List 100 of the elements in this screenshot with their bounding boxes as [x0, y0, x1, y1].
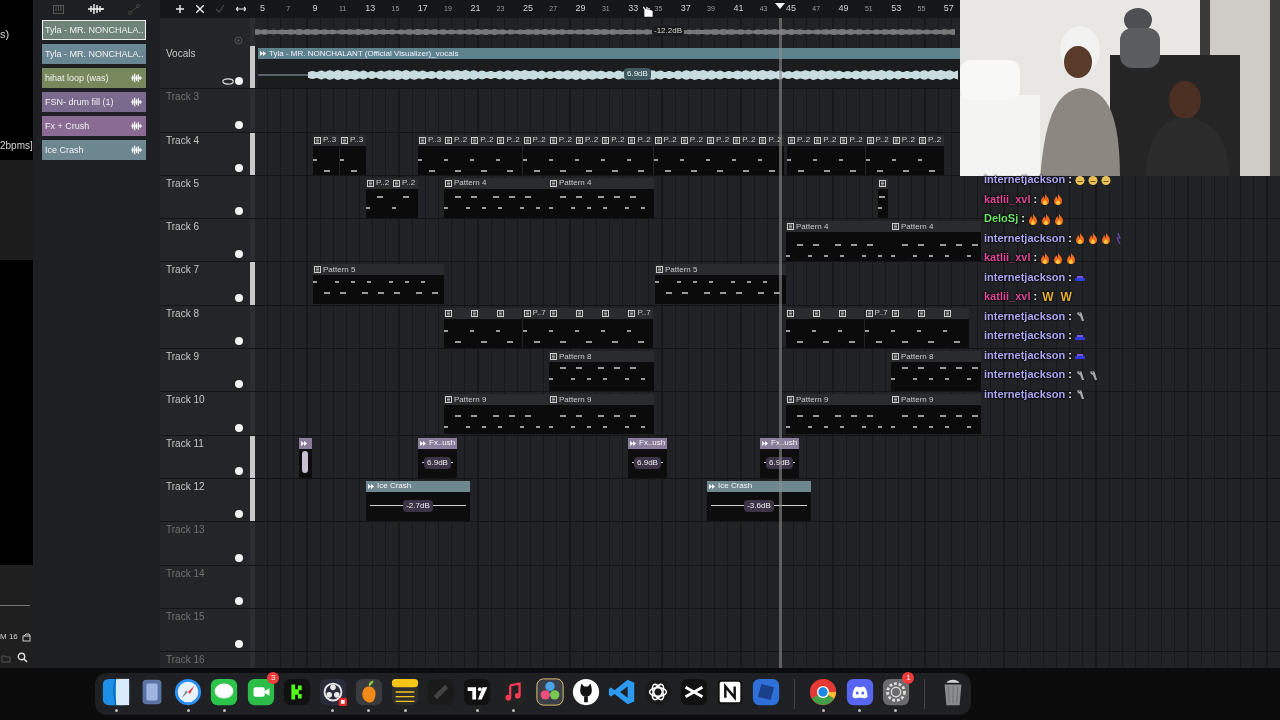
item-label: Fx + Crush: [45, 121, 90, 131]
pattern-clip[interactable]: [878, 177, 888, 218]
fruit-icon[interactable]: [353, 676, 384, 707]
playhead-marker[interactable]: [775, 3, 785, 9]
sample-clip[interactable]: Fx..ush 6.9dB: [760, 437, 799, 478]
pattern-clip[interactable]: P..2: [601, 134, 628, 175]
pattern-clip[interactable]: [444, 307, 470, 348]
browser-item[interactable]: Fx + Crush: [42, 116, 146, 136]
pattern-clip[interactable]: [496, 307, 523, 348]
mute-button[interactable]: [235, 466, 243, 475]
pattern-clip[interactable]: Pattern 4: [444, 177, 549, 218]
waveform-icon[interactable]: [87, 3, 105, 15]
mute-button[interactable]: [235, 596, 243, 605]
mute-button[interactable]: [235, 163, 243, 172]
mute-button[interactable]: [235, 250, 243, 259]
sample-clip[interactable]: [299, 437, 312, 478]
sample-clip[interactable]: Fx..ush 6.9dB: [628, 437, 667, 478]
pattern-clip[interactable]: P..7: [627, 307, 654, 348]
browser-item[interactable]: hihat loop (was): [42, 68, 146, 88]
pattern-clip[interactable]: [838, 307, 865, 348]
pattern-clip[interactable]: Pattern 8: [549, 351, 654, 392]
tray-icon[interactable]: [22, 633, 31, 642]
arrows-icon[interactable]: [236, 5, 246, 13]
mute-button[interactable]: [235, 640, 243, 649]
pattern-clip[interactable]: Pattern 4: [786, 221, 891, 262]
sample-clip[interactable]: Ice Crash -2.7dB: [366, 480, 470, 521]
mute-button[interactable]: [235, 423, 243, 432]
mute-button[interactable]: [235, 553, 243, 562]
record-icon[interactable]: [317, 676, 348, 707]
browser-item[interactable]: FSN- drum fill (1): [42, 92, 146, 112]
mute-button[interactable]: [235, 77, 243, 86]
search-icon[interactable]: [17, 652, 28, 663]
browser-item[interactable]: Tyla - MR. NONCHALA..: [42, 20, 146, 40]
pattern-clip[interactable]: P..2: [627, 134, 654, 175]
pattern-icon: [733, 136, 741, 144]
pattern-clip[interactable]: P..2: [891, 134, 918, 175]
pattern-clip[interactable]: P..2: [839, 134, 866, 175]
pattern-clip[interactable]: P..2: [758, 134, 785, 175]
clip-label: P..2: [637, 136, 651, 145]
pattern-clip[interactable]: P..2: [653, 134, 680, 175]
browser-item[interactable]: Tyla - MR. NONCHALA..: [42, 44, 146, 64]
pattern-icon: [367, 179, 374, 187]
circles-icon[interactable]: [534, 676, 565, 707]
settings-icon[interactable]: [880, 676, 911, 707]
mute-button[interactable]: [235, 337, 243, 346]
square-icon[interactable]: [751, 676, 782, 707]
close-icon[interactable]: [196, 5, 204, 13]
mute-button[interactable]: [235, 120, 243, 129]
pattern-icon: [865, 309, 873, 317]
notes-icon[interactable]: [390, 676, 421, 707]
pattern-clip[interactable]: Pattern 9: [444, 394, 549, 435]
pattern-clip[interactable]: P..2: [918, 134, 944, 175]
compass-icon[interactable]: [173, 676, 204, 707]
pattern-clip[interactable]: P..2: [548, 134, 575, 175]
pattern-clip[interactable]: P..2: [732, 134, 759, 175]
add-icon[interactable]: [176, 5, 184, 13]
pattern-clip[interactable]: [786, 307, 812, 348]
pattern-clip[interactable]: P..2: [392, 177, 418, 218]
flame-icon: [1088, 232, 1098, 245]
controller-icon[interactable]: [844, 676, 875, 707]
mute-button[interactable]: [235, 380, 243, 389]
pattern-clip[interactable]: Pattern 9: [549, 394, 654, 435]
pattern-clip[interactable]: P..2: [366, 177, 392, 218]
pattern-clip[interactable]: [943, 307, 970, 348]
pattern-clip[interactable]: Pattern 8: [891, 351, 981, 392]
video-camera-icon[interactable]: [245, 676, 276, 707]
pattern-clip[interactable]: P..2: [813, 134, 840, 175]
cat-icon[interactable]: [570, 676, 601, 707]
knot-icon[interactable]: [642, 676, 673, 707]
pattern-clip[interactable]: Pattern 5: [313, 264, 444, 305]
pattern-clip[interactable]: P..2: [865, 134, 892, 175]
pattern-clip[interactable]: Pattern 5: [655, 264, 786, 305]
pattern-clip[interactable]: P..2: [522, 134, 549, 175]
mute-button[interactable]: [235, 510, 243, 519]
pattern-clip[interactable]: Pattern 4: [891, 221, 981, 262]
chat-bubble-icon[interactable]: [209, 676, 240, 707]
pattern-clip[interactable]: Pattern 9: [786, 394, 891, 435]
pattern-clip[interactable]: P..7: [522, 307, 549, 348]
eye-icon[interactable]: [222, 78, 234, 86]
mute-button[interactable]: [235, 207, 243, 216]
browser-item[interactable]: Ice Crash: [42, 140, 146, 160]
sample-clip[interactable]: Ice Crash -3.6dB: [707, 480, 811, 521]
pattern-clip[interactable]: Pattern 4: [549, 177, 654, 218]
pattern-clip[interactable]: P..2: [575, 134, 601, 175]
mute-button[interactable]: [235, 293, 243, 302]
pattern-clip[interactable]: P..3: [340, 134, 366, 175]
sample-clip[interactable]: Fx..ush 6.9dB: [418, 437, 457, 478]
pattern-clip[interactable]: P..2: [496, 134, 523, 175]
pattern-clip[interactable]: P..2: [706, 134, 732, 175]
pattern-clip[interactable]: P..3: [313, 134, 339, 175]
pattern-clip[interactable]: P..7: [864, 307, 891, 348]
chart-app-icon[interactable]: [462, 676, 493, 707]
pattern-clip[interactable]: P..3: [418, 134, 444, 175]
bird-icon: [1075, 368, 1085, 381]
pattern-clip[interactable]: P..2: [787, 134, 813, 175]
pattern-clip[interactable]: P..2: [679, 134, 706, 175]
pattern-clip[interactable]: P..2: [470, 134, 497, 175]
check-icon[interactable]: [216, 5, 224, 13]
pattern-clip[interactable]: Pattern 9: [891, 394, 981, 435]
pattern-clip[interactable]: P..2: [444, 134, 470, 175]
